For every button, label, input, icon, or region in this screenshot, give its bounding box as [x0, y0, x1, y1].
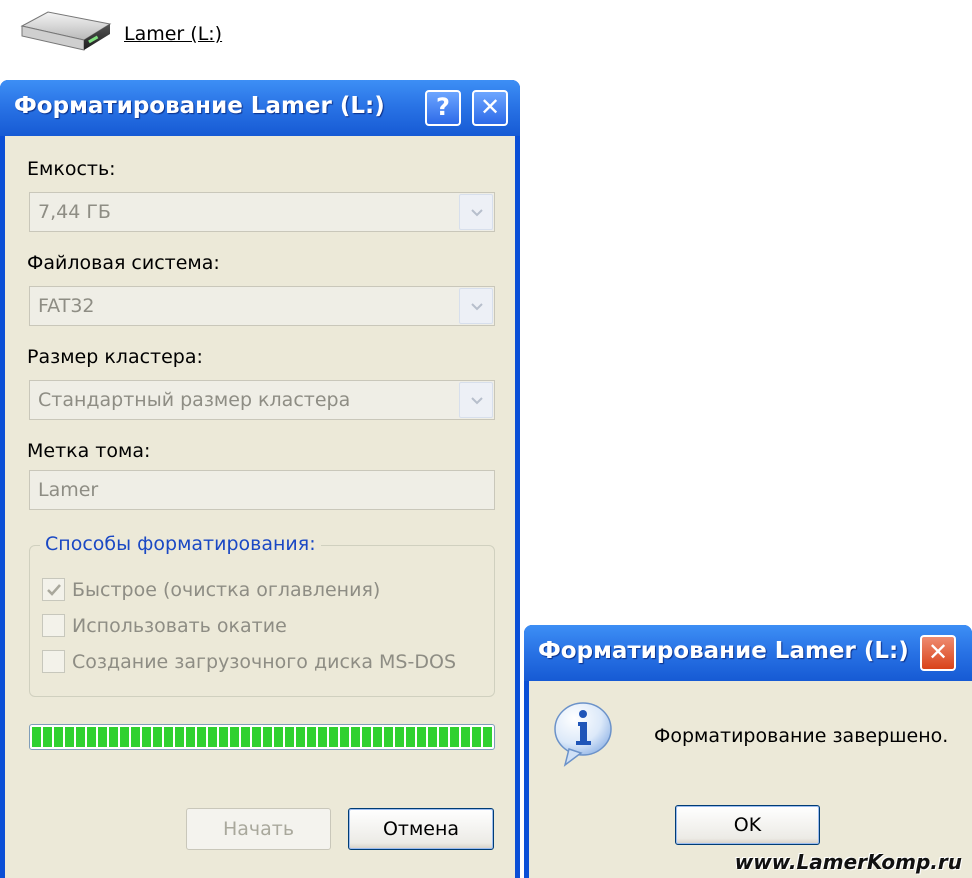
desktop-drive-item[interactable]: Lamer (L:)	[18, 8, 222, 60]
start-button[interactable]: Начать	[186, 808, 331, 850]
drive-icon	[18, 8, 114, 60]
help-button[interactable]: ?	[425, 90, 461, 126]
chevron-down-icon[interactable]	[459, 194, 493, 230]
drive-label[interactable]: Lamer (L:)	[124, 23, 222, 45]
format-complete-message: Форматирование завершено.	[654, 725, 949, 747]
file-system-value: FAT32	[38, 295, 95, 317]
ok-button[interactable]: OK	[675, 805, 820, 845]
chevron-down-icon[interactable]	[459, 382, 493, 418]
volume-label-input[interactable]: Lamer	[29, 470, 495, 510]
format-complete-dialog: Форматирование Lamer (L:) ✕ Форматирован…	[524, 625, 972, 878]
format-dialog-body: Емкость: 7,44 ГБ Файловая система: FAT32…	[5, 136, 515, 878]
quick-format-option[interactable]: Быстрое (очистка оглавления)	[42, 578, 380, 601]
compression-label: Использовать окатие	[72, 614, 287, 637]
chevron-down-icon[interactable]	[459, 288, 493, 324]
compression-option[interactable]: Использовать окатие	[42, 614, 287, 637]
capacity-select[interactable]: 7,44 ГБ	[29, 192, 495, 232]
ms-dos-boot-label: Создание загрузочного диска MS-DOS	[72, 650, 456, 673]
format-dialog-title: Форматирование Lamer (L:)	[14, 93, 385, 119]
format-dialog: Форматирование Lamer (L:) ? ✕ Емкость: 7…	[0, 80, 520, 878]
quick-format-checkbox[interactable]	[42, 578, 65, 601]
compression-checkbox[interactable]	[42, 614, 65, 637]
ms-dos-boot-checkbox[interactable]	[42, 650, 65, 673]
cancel-button[interactable]: Отмена	[348, 808, 494, 850]
file-system-select[interactable]: FAT32	[29, 286, 495, 326]
cluster-size-label: Размер кластера:	[27, 346, 203, 368]
ms-dos-boot-option[interactable]: Создание загрузочного диска MS-DOS	[42, 650, 456, 673]
capacity-value: 7,44 ГБ	[38, 201, 111, 223]
cluster-size-select[interactable]: Стандартный размер кластера	[29, 380, 495, 420]
volume-label-label: Метка тома:	[27, 440, 151, 462]
info-icon	[551, 701, 615, 771]
capacity-label: Емкость:	[27, 158, 116, 180]
format-complete-body: Форматирование завершено. OK	[529, 681, 972, 878]
format-complete-titlebar[interactable]: Форматирование Lamer (L:) ✕	[524, 625, 972, 681]
cluster-size-value: Стандартный размер кластера	[38, 389, 351, 411]
format-progress-fill	[32, 727, 492, 747]
close-button[interactable]: ✕	[472, 90, 508, 126]
format-options-legend: Способы форматирования:	[40, 533, 321, 555]
format-options-group: Способы форматирования: Быстрое (очистка…	[29, 533, 495, 697]
watermark: www.LamerKomp.ru	[734, 850, 962, 874]
close-button[interactable]: ✕	[920, 635, 956, 671]
file-system-label: Файловая система:	[27, 252, 220, 274]
format-dialog-titlebar[interactable]: Форматирование Lamer (L:) ? ✕	[0, 80, 520, 136]
format-complete-title: Форматирование Lamer (L:)	[538, 638, 909, 664]
quick-format-label: Быстрое (очистка оглавления)	[72, 578, 381, 601]
volume-label-value: Lamer	[38, 479, 99, 501]
format-progress-bar	[29, 724, 495, 750]
